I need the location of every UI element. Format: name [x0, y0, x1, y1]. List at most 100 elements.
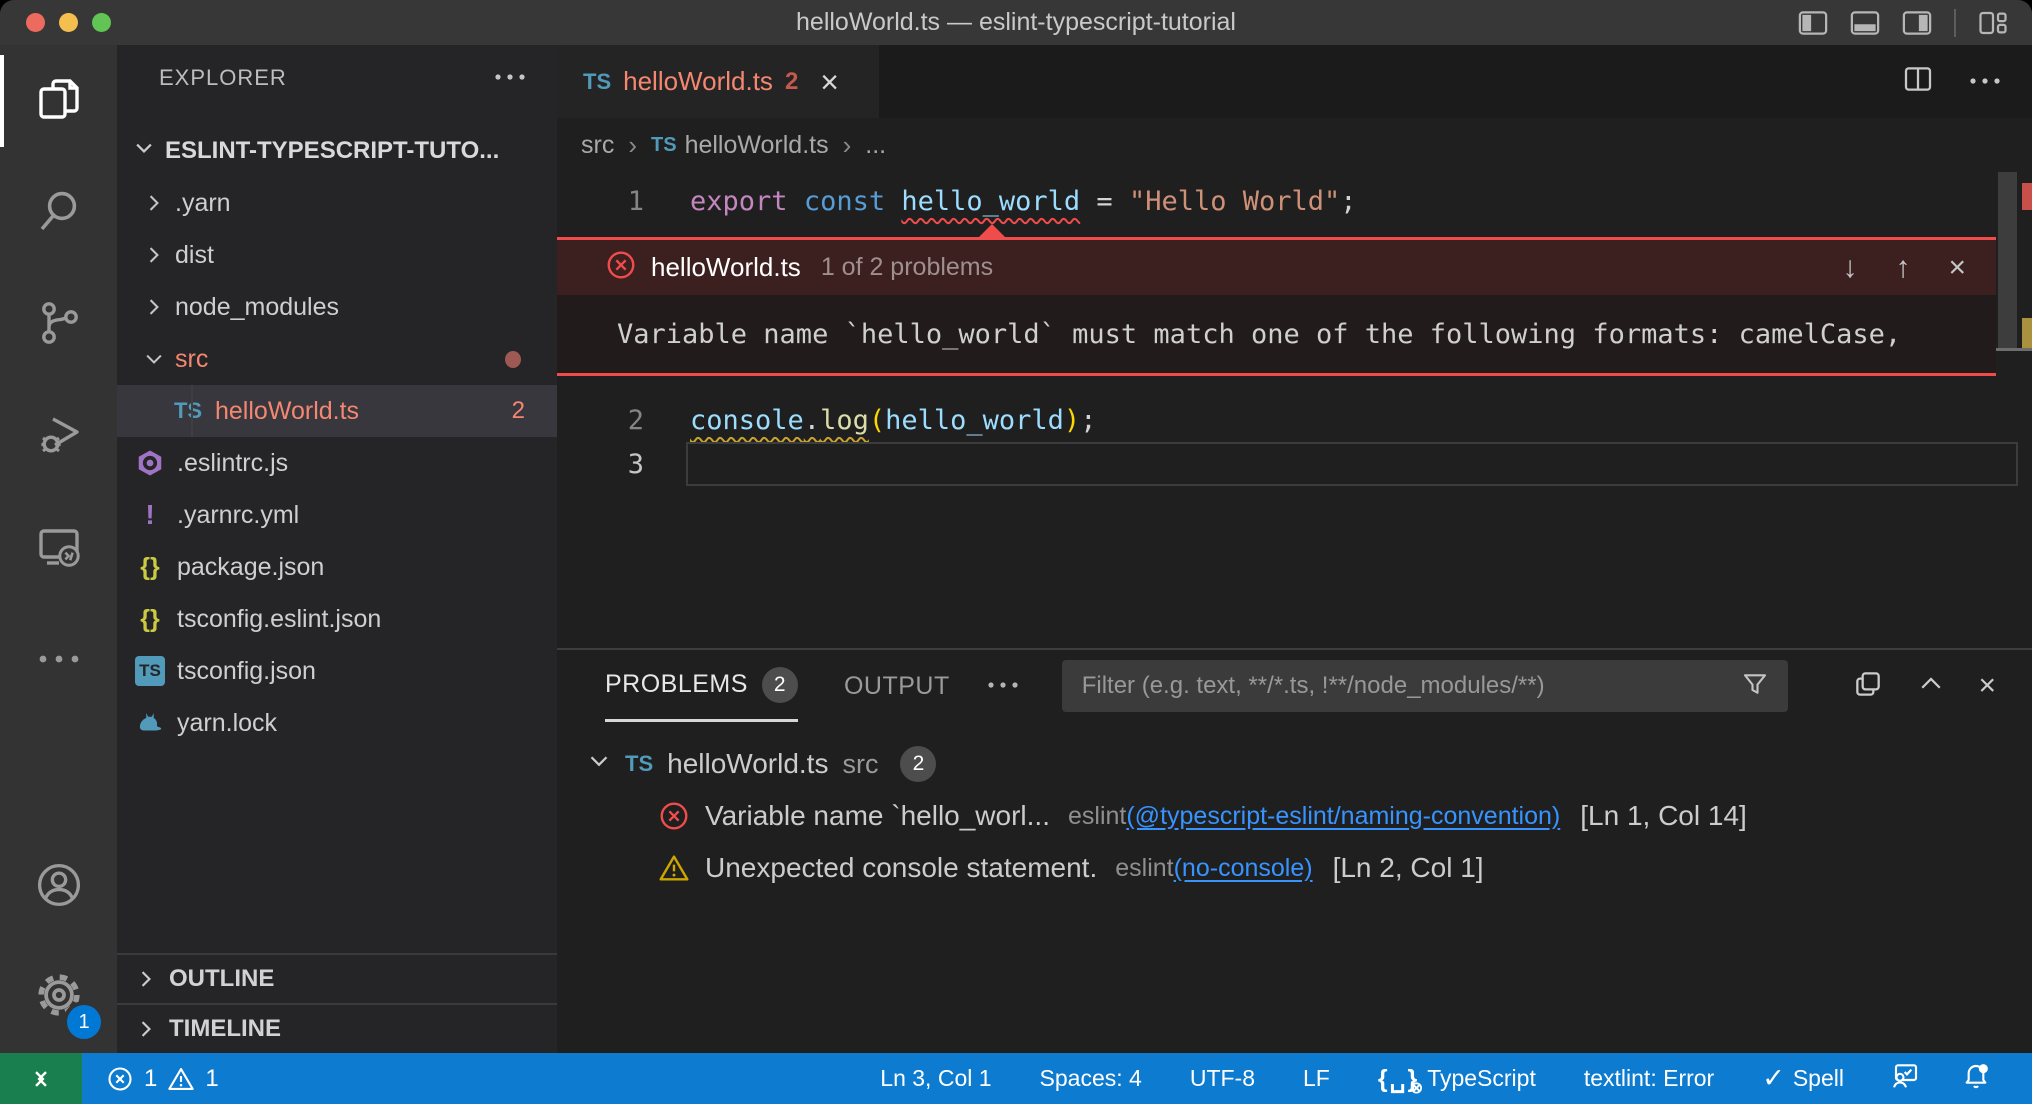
code-editor[interactable]: 1export const hello_world = "Hello World… — [557, 172, 2032, 648]
status-textlint[interactable]: textlint: Error — [1580, 1065, 1718, 1092]
toggle-panel-icon[interactable] — [1850, 10, 1880, 36]
activity-source-control[interactable] — [0, 269, 117, 381]
status-problems[interactable]: 1 1 — [102, 1065, 223, 1093]
problem-row-error[interactable]: Variable name `hello_worl...eslint(@type… — [557, 790, 2032, 842]
file-row-package.json[interactable]: {}package.json — [117, 541, 557, 593]
chevron-down-icon — [587, 748, 611, 780]
tab-helloworld[interactable]: TS helloWorld.ts 2 × — [557, 45, 879, 118]
problem-rule-link[interactable]: (@typescript-eslint/naming-convention) — [1126, 802, 1560, 830]
notifications-bell-icon[interactable] — [1960, 1060, 1992, 1098]
tab-close-icon[interactable]: × — [820, 66, 839, 98]
group-by-icon[interactable] — [1852, 668, 1884, 705]
activity-run-debug[interactable] — [0, 381, 117, 493]
output-tab-label: OUTPUT — [844, 672, 950, 701]
indent-guide — [191, 385, 193, 437]
file-row-yarn.lock[interactable]: yarn.lock — [117, 697, 557, 749]
title-bar: helloWorld.ts — eslint-typescript-tutori… — [0, 0, 2032, 45]
file-row-.yarnrc.yml[interactable]: !.yarnrc.yml — [117, 489, 557, 541]
file-row-tsconfig.eslint.json[interactable]: {}tsconfig.eslint.json — [117, 593, 557, 645]
split-editor-icon[interactable] — [1902, 63, 1934, 100]
activity-remote-explorer[interactable] — [0, 493, 117, 605]
settings-button[interactable]: 1 — [0, 941, 117, 1053]
editor-scrollbar[interactable] — [1996, 172, 2032, 648]
line-number: 3 — [557, 449, 690, 480]
timeline-label: TIMELINE — [169, 1015, 281, 1043]
file-row-tsconfig.json[interactable]: TStsconfig.json — [117, 645, 557, 697]
accounts-button[interactable] — [0, 833, 117, 941]
code-line-2[interactable]: 2console.log(hello_world); — [557, 398, 2032, 442]
explorer-more-actions-icon[interactable] — [493, 69, 527, 87]
chevron-right-icon — [141, 192, 167, 214]
remote-explorer-icon — [35, 523, 83, 576]
problems-file-group[interactable]: TS helloWorld.ts src 2 — [557, 738, 2032, 790]
problems-filter[interactable] — [1062, 660, 1788, 712]
code-line-1[interactable]: 1export const hello_world = "Hello World… — [557, 179, 2032, 223]
previous-problem-icon[interactable]: ↑ — [1895, 251, 1910, 285]
maximize-panel-icon[interactable] — [1916, 669, 1946, 704]
file-row-node_modules[interactable]: node_modules — [117, 281, 557, 333]
file-name: dist — [175, 241, 214, 270]
tab-problems[interactable]: PROBLEMS 2 — [605, 650, 798, 722]
problem-rule-link[interactable]: (no-console) — [1174, 854, 1313, 882]
panel-more-tabs-icon[interactable] — [986, 677, 1020, 695]
problem-row-warning[interactable]: Unexpected console statement.eslint(no-c… — [557, 842, 2032, 894]
activity-explorer[interactable] — [0, 45, 117, 157]
remote-indicator[interactable] — [0, 1053, 82, 1104]
error-icon — [605, 249, 637, 286]
timeline-section[interactable]: TIMELINE — [117, 1003, 557, 1053]
peek-problem-count: 1 of 2 problems — [821, 253, 993, 282]
tab-output[interactable]: OUTPUT — [844, 650, 950, 722]
workspace-section-header[interactable]: ESLINT-TYPESCRIPT-TUTO... — [117, 125, 557, 177]
file-name: .eslintrc.js — [177, 449, 288, 478]
typescript-file-icon: TS — [583, 69, 611, 95]
problem-source: eslint(@typescript-eslint/naming-convent… — [1068, 802, 1560, 831]
file-row-.eslintrc.js[interactable]: .eslintrc.js — [117, 437, 557, 489]
outline-section[interactable]: OUTLINE — [117, 953, 557, 1003]
file-row-.yarn[interactable]: .yarn — [117, 177, 557, 229]
activity-more-actions[interactable] — [0, 605, 117, 717]
problem-location: [Ln 2, Col 1] — [1333, 852, 1484, 884]
peek-close-icon[interactable]: × — [1948, 251, 1966, 285]
account-icon — [34, 860, 84, 915]
toggle-primary-sidebar-icon[interactable] — [1798, 10, 1828, 36]
status-line-col[interactable]: Ln 3, Col 1 — [876, 1065, 995, 1092]
problems-group-path: src — [842, 749, 878, 780]
code-line-3[interactable]: 3 — [557, 442, 2032, 486]
status-eol[interactable]: LF — [1299, 1065, 1334, 1092]
yaml-file-icon: ! — [133, 499, 167, 531]
language-mode-icon: {␣}⊗ — [1378, 1064, 1419, 1094]
next-problem-icon[interactable]: ↓ — [1842, 251, 1857, 285]
status-bar: 1 1 Ln 3, Col 1 Spaces: 4 UTF-8 LF {␣}⊗ … — [0, 1053, 2032, 1104]
status-spell[interactable]: ✓ Spell — [1758, 1065, 1848, 1092]
activity-search[interactable] — [0, 157, 117, 269]
customize-layout-icon[interactable] — [1978, 9, 2008, 37]
file-row-helloWorld.ts[interactable]: TShelloWorld.ts2 — [117, 385, 557, 437]
peek-error-message: Variable name `hello_world` must match o… — [617, 319, 1901, 350]
run-debug-icon — [35, 411, 83, 464]
file-row-src[interactable]: src — [117, 333, 557, 385]
json-file-icon: {} — [133, 553, 167, 582]
toggle-secondary-sidebar-icon[interactable] — [1902, 10, 1932, 36]
status-warning-count: 1 — [205, 1065, 218, 1093]
explorer-sidebar: EXPLORER ESLINT-TYPESCRIPT-TUTO... .yarn… — [117, 45, 557, 1053]
status-indentation[interactable]: Spaces: 4 — [1036, 1065, 1146, 1092]
json-file-icon: {} — [133, 605, 167, 634]
breadcrumb: src › TS helloWorld.ts › ... — [557, 118, 2032, 172]
breadcrumb-folder[interactable]: src — [581, 131, 614, 160]
scrollbar-slider[interactable] — [1998, 172, 2017, 350]
breadcrumb-symbol[interactable]: ... — [865, 131, 886, 160]
chevron-right-icon: › — [628, 130, 637, 161]
feedback-icon[interactable] — [1888, 1060, 1920, 1098]
close-panel-icon[interactable]: × — [1978, 669, 1996, 703]
vscode-window: helloWorld.ts — eslint-typescript-tutori… — [0, 0, 2032, 1104]
typescript-file-icon: TS — [625, 751, 653, 777]
editor-more-actions-icon[interactable] — [1968, 73, 2002, 91]
status-language[interactable]: {␣}⊗ TypeScript — [1374, 1064, 1540, 1094]
status-encoding[interactable]: UTF-8 — [1186, 1065, 1259, 1092]
problems-filter-input[interactable] — [1080, 671, 1740, 701]
filter-icon[interactable] — [1740, 669, 1770, 704]
breadcrumb-file[interactable]: helloWorld.ts — [685, 131, 829, 160]
file-row-dist[interactable]: dist — [117, 229, 557, 281]
tab-problem-badge: 2 — [785, 68, 798, 96]
settings-badge: 1 — [67, 1005, 101, 1039]
